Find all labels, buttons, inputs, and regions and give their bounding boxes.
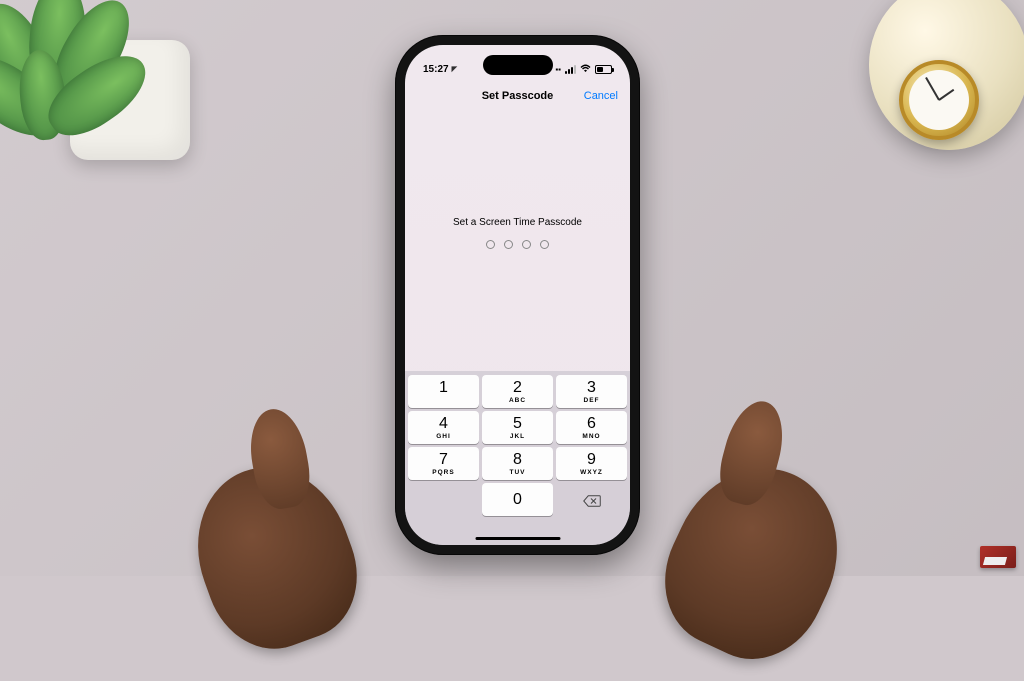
hand-right	[641, 441, 866, 681]
plant-decoration	[0, 0, 210, 190]
passcode-dot	[504, 240, 513, 249]
phone-screen: 15:27 ◤ ▪▪ Set Passcode Cancel Set a Scr…	[405, 45, 630, 545]
key-4[interactable]: 4 GHI	[408, 411, 479, 444]
key-letters: DEF	[584, 397, 600, 404]
key-8[interactable]: 8 TUV	[482, 447, 553, 480]
numeric-keypad: 1 2 ABC 3 DEF 4 GHI 5	[405, 371, 630, 545]
passcode-dot	[522, 240, 531, 249]
key-number: 5	[513, 416, 522, 432]
backspace-icon	[583, 494, 601, 506]
key-1[interactable]: 1	[408, 375, 479, 408]
cancel-button[interactable]: Cancel	[584, 90, 618, 102]
passcode-dots	[405, 240, 630, 249]
key-number: 7	[439, 452, 448, 468]
key-0[interactable]: 0	[482, 483, 553, 516]
key-number: 4	[439, 416, 448, 432]
key-letters: WXYZ	[580, 469, 603, 476]
clock-ornament	[854, 0, 1024, 180]
key-number: 8	[513, 452, 522, 468]
phone-device: 15:27 ◤ ▪▪ Set Passcode Cancel Set a Scr…	[395, 35, 640, 555]
key-9[interactable]: 9 WXYZ	[556, 447, 627, 480]
key-2[interactable]: 2 ABC	[482, 375, 553, 408]
home-indicator[interactable]	[475, 537, 560, 541]
key-number: 0	[513, 492, 522, 508]
key-blank	[408, 483, 479, 516]
signal-icon	[565, 65, 576, 74]
key-number: 1	[439, 380, 448, 396]
key-number: 3	[587, 380, 596, 396]
key-5[interactable]: 5 JKL	[482, 411, 553, 444]
nav-bar: Set Passcode Cancel	[405, 83, 630, 109]
page-title: Set Passcode	[482, 90, 554, 102]
battery-icon	[595, 65, 612, 74]
key-3[interactable]: 3 DEF	[556, 375, 627, 408]
key-letters: PQRS	[432, 469, 454, 476]
passcode-prompt: Set a Screen Time Passcode	[405, 217, 630, 228]
status-time: 15:27	[423, 64, 449, 75]
key-letters: TUV	[510, 469, 526, 476]
key-number: 6	[587, 416, 596, 432]
passcode-dot	[486, 240, 495, 249]
channel-badge	[980, 546, 1016, 568]
status-bar: 15:27 ◤ ▪▪	[405, 45, 630, 83]
key-letters: JKL	[510, 433, 525, 440]
key-letters: GHI	[436, 433, 451, 440]
key-letters: ABC	[509, 397, 526, 404]
wifi-icon	[580, 64, 591, 75]
key-delete[interactable]	[556, 483, 627, 516]
location-icon: ◤	[452, 65, 457, 73]
dual-sim-icon: ▪▪	[555, 65, 561, 74]
key-letters: MNO	[582, 433, 600, 440]
passcode-dot	[540, 240, 549, 249]
key-6[interactable]: 6 MNO	[556, 411, 627, 444]
key-number: 9	[587, 452, 596, 468]
key-number: 2	[513, 380, 522, 396]
hand-left	[174, 446, 377, 666]
key-letters	[442, 397, 445, 404]
key-7[interactable]: 7 PQRS	[408, 447, 479, 480]
